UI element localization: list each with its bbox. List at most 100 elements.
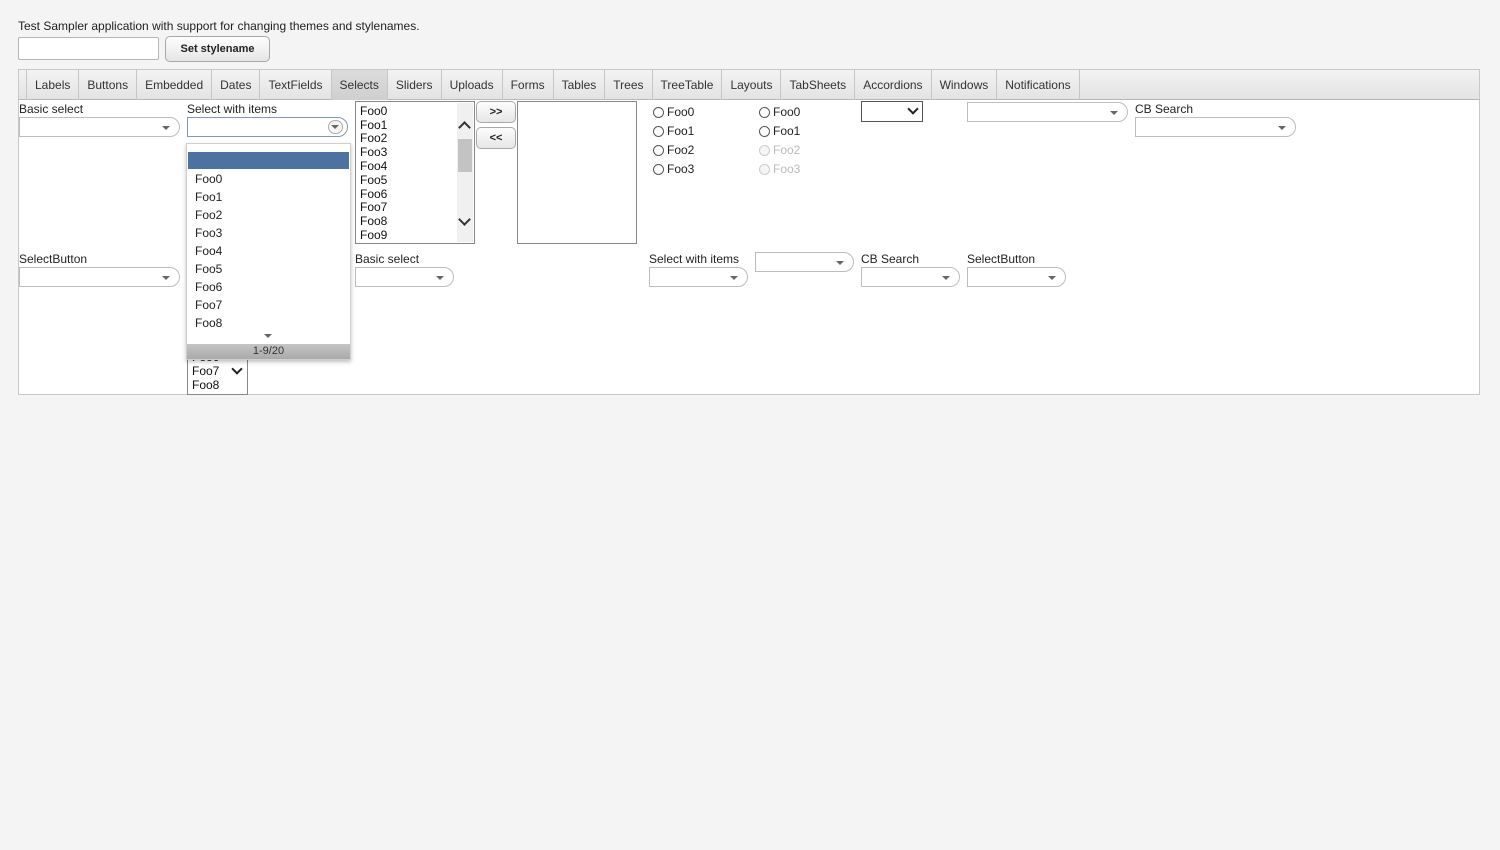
radio-label: Foo0	[773, 105, 801, 119]
highlighted-empty-option[interactable]	[188, 152, 349, 169]
remove-selected-button[interactable]: <<	[476, 127, 516, 149]
radio-icon[interactable]	[759, 125, 770, 137]
radio-label: Foo0	[667, 105, 695, 119]
native-select[interactable]	[861, 101, 923, 122]
radio-option[interactable]: Foo3	[653, 162, 694, 176]
radio-icon	[759, 163, 770, 175]
radio-label: Foo3	[667, 162, 695, 176]
chevron-up-icon[interactable]	[458, 121, 471, 134]
radio-label: Foo2	[773, 143, 801, 157]
popup-item[interactable]: Foo2	[195, 208, 222, 222]
chevron-down-icon[interactable]	[458, 213, 471, 226]
select-with-items[interactable]	[187, 117, 348, 137]
combo-box-small[interactable]	[755, 252, 854, 272]
chevron-down-icon	[1278, 126, 1286, 130]
chevron-down-icon	[836, 261, 844, 265]
list-item[interactable]: Foo3	[360, 146, 387, 159]
tab-forms[interactable]: Forms	[503, 70, 554, 100]
tab-labels[interactable]: Labels	[26, 70, 80, 100]
tab-dates[interactable]: Dates	[212, 70, 261, 100]
tab-accordions[interactable]: Accordions	[855, 70, 932, 100]
radio-icon[interactable]	[653, 106, 664, 118]
chevron-down-icon	[162, 276, 170, 280]
set-stylename-button[interactable]: Set stylename	[165, 36, 270, 62]
tab-uploads[interactable]: Uploads	[442, 70, 503, 100]
chevron-down-icon	[1048, 276, 1056, 280]
select-popup: Foo0 Foo1 Foo2 Foo3 Foo4 Foo5 Foo6 Foo7 …	[186, 143, 351, 360]
popup-page-status: 1-9/20	[187, 344, 350, 359]
chevron-down-icon	[331, 125, 339, 129]
tab-trees[interactable]: Trees	[605, 70, 653, 100]
tab-tables[interactable]: Tables	[554, 70, 606, 100]
tab-buttons[interactable]: Buttons	[79, 70, 138, 100]
selectbutton-caption-2: SelectButton	[967, 252, 1036, 266]
tab-notifications[interactable]: Notifications	[997, 70, 1080, 100]
list-item[interactable]: Foo0	[360, 105, 387, 118]
popup-item[interactable]: Foo0	[195, 172, 222, 186]
list-item[interactable]: Foo4	[360, 160, 387, 173]
radio-option[interactable]: Foo2	[653, 143, 694, 157]
tab-sliders[interactable]: Sliders	[388, 70, 442, 100]
list-item[interactable]: Foo9	[360, 229, 387, 242]
cb-search-select[interactable]	[1135, 117, 1296, 137]
chevron-down-icon	[942, 276, 950, 280]
list-item[interactable]: Foo2	[360, 132, 387, 145]
radio-option[interactable]: Foo1	[653, 124, 694, 138]
popup-item[interactable]: Foo7	[195, 298, 222, 312]
chevron-down-icon	[436, 276, 444, 280]
basic-select-caption: Basic select	[19, 102, 84, 116]
popup-item[interactable]: Foo1	[195, 190, 222, 204]
tab-treetable[interactable]: TreeTable	[653, 70, 723, 100]
popup-item[interactable]: Foo3	[195, 226, 222, 240]
scrollbar[interactable]	[457, 103, 473, 242]
radio-icon[interactable]	[653, 163, 664, 175]
cb-search-small[interactable]	[861, 267, 960, 287]
chevron-down-icon	[730, 276, 738, 280]
radio-option[interactable]: Foo1	[759, 124, 800, 138]
tab-embedded[interactable]: Embedded	[137, 70, 213, 100]
dropdown-button[interactable]	[328, 120, 343, 134]
chevron-down-icon[interactable]	[231, 363, 243, 375]
popup-item[interactable]: Foo8	[195, 316, 222, 330]
select-with-items-caption: Select with items	[187, 102, 278, 116]
radio-icon[interactable]	[653, 125, 664, 137]
scroll-thumb[interactable]	[458, 139, 472, 172]
radio-label: Foo1	[773, 124, 801, 138]
popup-item[interactable]: Foo4	[195, 244, 222, 258]
twincol-selected-list[interactable]	[517, 101, 637, 244]
radio-icon[interactable]	[759, 106, 770, 118]
tab-bar: Labels Buttons Embedded Dates TextFields…	[18, 69, 1480, 100]
add-selected-button[interactable]: >>	[476, 101, 516, 123]
select-with-items-caption-2: Select with items	[649, 252, 740, 266]
tab-layouts[interactable]: Layouts	[722, 70, 782, 100]
basic-select[interactable]	[19, 117, 180, 137]
list-item[interactable]: Foo8	[360, 215, 387, 228]
basic-select-small[interactable]	[355, 267, 454, 287]
stylename-input[interactable]	[18, 37, 159, 60]
chevron-down-icon	[907, 103, 919, 115]
tab-windows[interactable]: Windows	[932, 70, 998, 100]
chevron-down-icon	[1110, 111, 1118, 115]
scroll-down-icon[interactable]	[264, 334, 272, 338]
radio-option[interactable]: Foo0	[759, 105, 800, 119]
radio-option[interactable]: Foo0	[653, 105, 694, 119]
select-with-items-small[interactable]	[649, 267, 748, 287]
combo-box-select[interactable]	[967, 102, 1128, 122]
list-select[interactable]: Foo0 Foo1 Foo2 Foo3 Foo4 Foo5 Foo6 Foo7 …	[355, 101, 475, 244]
selectbutton-select[interactable]	[19, 267, 180, 287]
tab-tabsheets[interactable]: TabSheets	[781, 70, 856, 100]
chevron-down-icon	[162, 126, 170, 130]
list-item[interactable]: Foo5	[360, 174, 387, 187]
radio-option-disabled: Foo3	[759, 162, 800, 176]
radio-icon[interactable]	[653, 144, 664, 156]
app-description: Test Sampler application with support fo…	[18, 19, 420, 33]
list-item[interactable]: Foo8	[192, 379, 219, 392]
tab-selects[interactable]: Selects	[331, 70, 388, 100]
list-item[interactable]: Foo7	[192, 365, 219, 378]
tab-textfields[interactable]: TextFields	[260, 70, 332, 100]
popup-item[interactable]: Foo6	[195, 280, 222, 294]
radio-icon	[759, 144, 770, 156]
selectbutton-small[interactable]	[967, 267, 1066, 287]
list-item[interactable]: Foo7	[360, 201, 387, 214]
popup-item[interactable]: Foo5	[195, 262, 222, 276]
